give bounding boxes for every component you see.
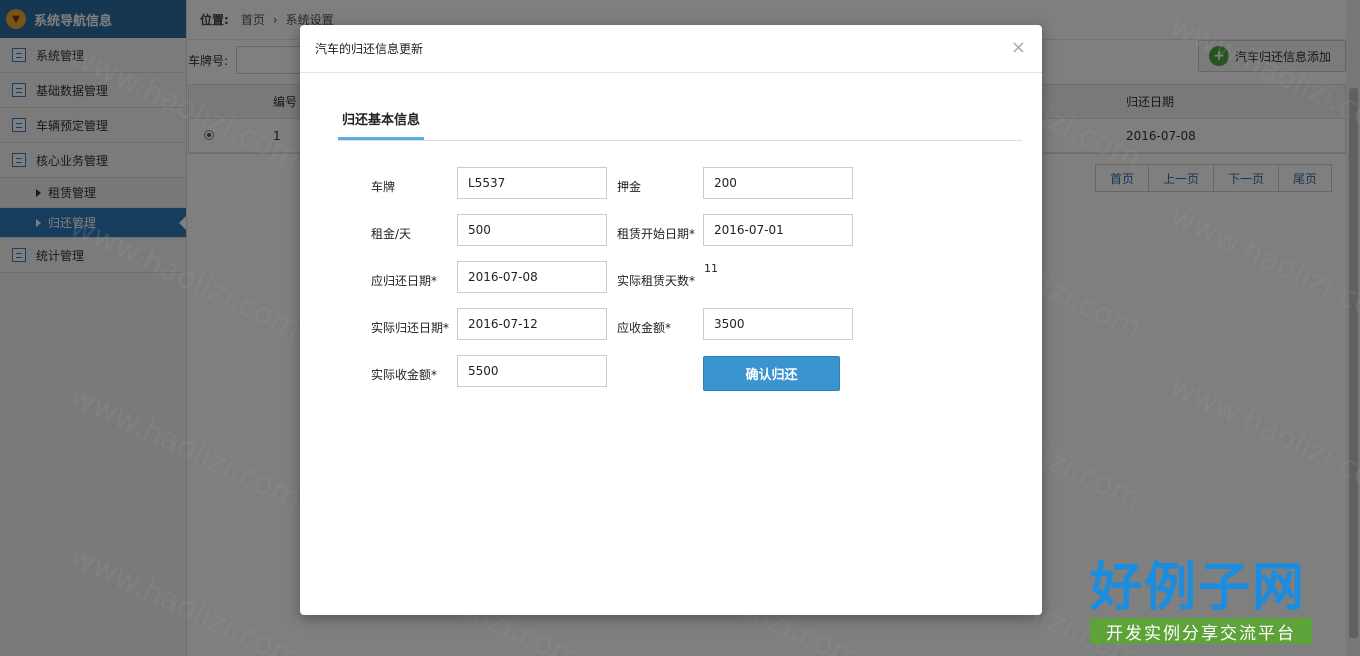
modal-title: 汽车的归还信息更新: [315, 42, 424, 56]
brand-watermark: 好例子网 开发实例分享交流平台: [1090, 560, 1312, 644]
tab-return-basic-info[interactable]: 归还基本信息: [338, 109, 425, 140]
rent-per-day-field[interactable]: 500: [457, 214, 607, 246]
actual-return-date-label: 实际归还日期*: [371, 321, 450, 335]
deposit-field[interactable]: 200: [703, 167, 853, 199]
return-update-modal: 汽车的归还信息更新 × 归还基本信息 车牌 L5537 押金 200 租金/天 …: [300, 25, 1042, 615]
start-date-label: 租赁开始日期*: [617, 227, 696, 241]
deposit-label: 押金: [617, 180, 642, 194]
actual-received-label: 实际收金额*: [371, 368, 438, 382]
receivable-label: 应收金额*: [617, 321, 672, 335]
actual-received-field[interactable]: 5500: [457, 355, 607, 387]
receivable-field[interactable]: 3500: [703, 308, 853, 340]
rent-per-day-label: 租金/天: [371, 227, 412, 241]
actual-return-date-field[interactable]: 2016-07-12: [457, 308, 607, 340]
modal-tabs: 归还基本信息: [338, 109, 1022, 141]
plate-label: 车牌: [371, 180, 396, 194]
confirm-return-button[interactable]: 确认归还: [703, 356, 840, 391]
close-icon[interactable]: ×: [1011, 39, 1026, 57]
modal-header: 汽车的归还信息更新 ×: [300, 25, 1042, 73]
brand-name: 好例子网: [1090, 557, 1307, 618]
brand-slogan: 开发实例分享交流平台: [1090, 618, 1312, 644]
start-date-field[interactable]: 2016-07-01: [703, 214, 853, 246]
due-date-label: 应归还日期*: [371, 274, 438, 288]
actual-days-label: 实际租赁天数*: [617, 274, 696, 288]
plate-field[interactable]: L5537: [457, 167, 607, 199]
actual-days-value: 11: [704, 262, 718, 275]
due-date-field[interactable]: 2016-07-08: [457, 261, 607, 293]
